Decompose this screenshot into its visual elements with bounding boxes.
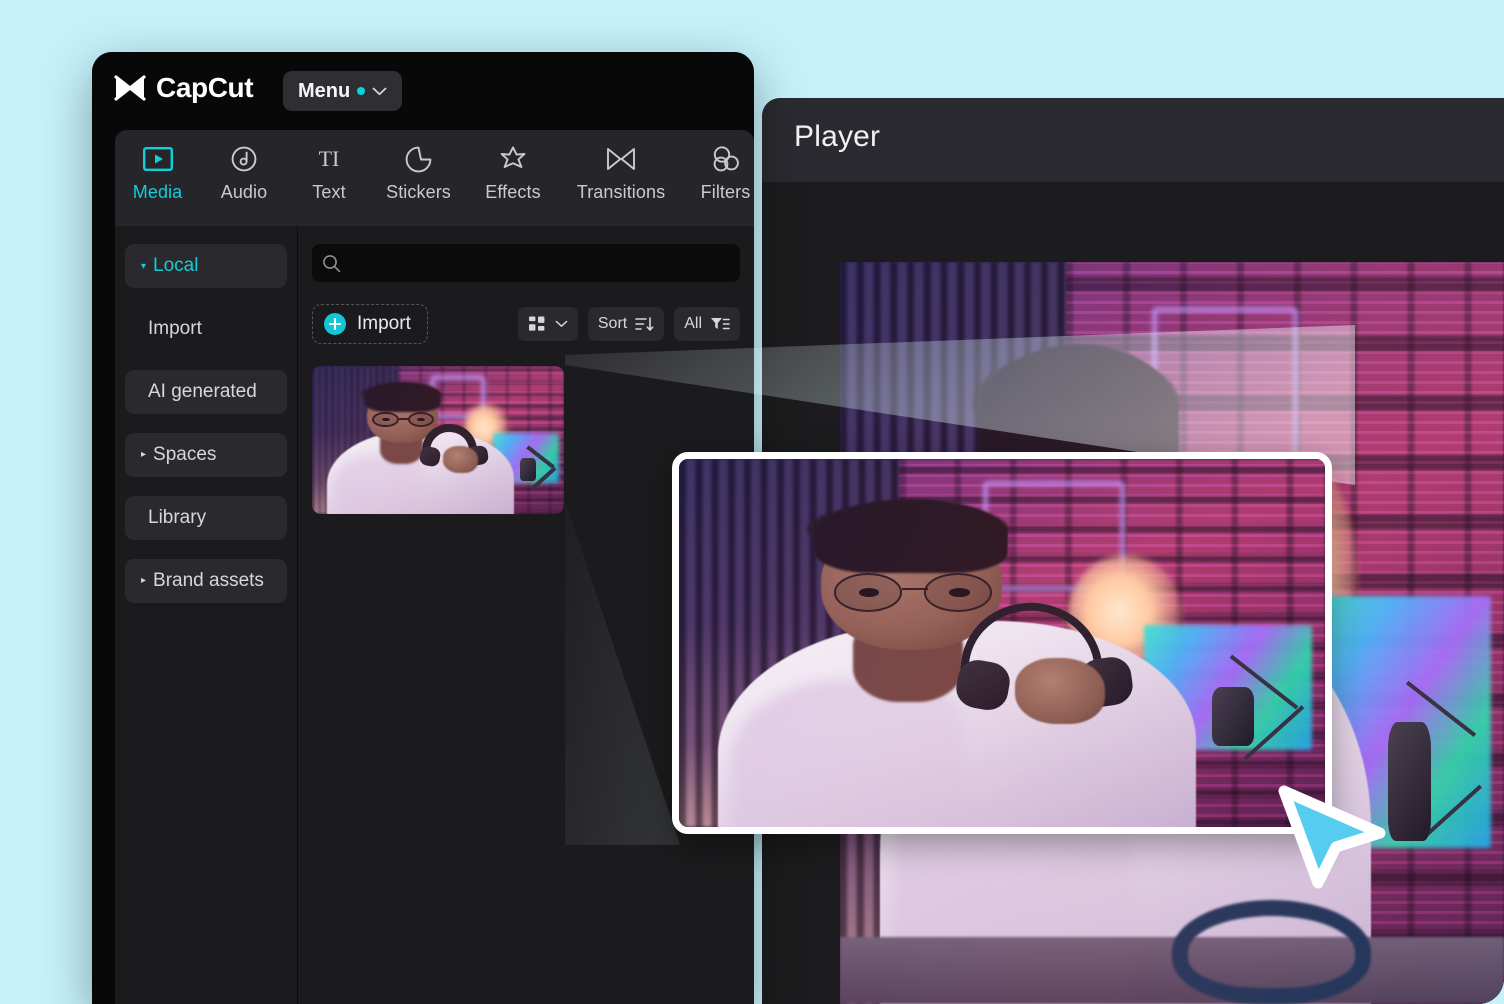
grid-view-icon (528, 316, 545, 331)
filter-funnel-icon (711, 318, 730, 330)
filter-button-label: All (684, 315, 702, 332)
capcut-brand: CapCut (113, 72, 254, 104)
player-title: Player (794, 120, 881, 153)
player-header: Player (762, 98, 1504, 182)
sticker-peel-icon (405, 142, 432, 176)
capcut-title-bar: CapCut Menu (92, 52, 754, 130)
search-input[interactable] (347, 254, 730, 272)
chevron-down-icon (555, 320, 568, 327)
grid-view-button[interactable] (517, 307, 578, 341)
audio-note-icon (230, 142, 258, 176)
menu-button[interactable]: Menu (283, 71, 403, 111)
sort-button[interactable]: Sort (587, 307, 665, 341)
sidebar-item-library-label: Library (148, 507, 207, 528)
search-icon (323, 254, 341, 272)
tab-effects-label: Effects (485, 182, 541, 202)
text-ti-icon: TI (312, 142, 346, 176)
tool-tabs: Media Audio TI Text Stickers Effects Tra… (115, 130, 754, 226)
sort-button-label: Sort (597, 315, 628, 332)
tab-filters[interactable]: Filters (683, 138, 754, 207)
tab-audio-label: Audio (220, 182, 268, 202)
caret-right-icon: ▸ (141, 575, 147, 586)
filter-button[interactable]: All (674, 307, 740, 341)
sidebar-item-spaces-label: Spaces (153, 444, 217, 465)
import-button-label: Import (357, 313, 411, 334)
chevron-down-icon (372, 87, 387, 95)
media-toolbar: Import Sort All (312, 304, 740, 344)
sidebar-item-local[interactable]: ▾ Local (125, 244, 287, 288)
sidebar-item-import-label: Import (148, 318, 202, 339)
sidebar-item-spaces[interactable]: ▸ Spaces (125, 433, 287, 477)
plus-circle-icon (324, 313, 346, 335)
import-button[interactable]: Import (312, 304, 428, 344)
search-bar[interactable] (312, 244, 740, 282)
sidebar-item-library[interactable]: Library (125, 496, 287, 540)
media-play-frame-icon (142, 142, 173, 176)
effects-sparkle-icon (499, 142, 527, 176)
tab-transitions-label: Transitions (576, 182, 666, 202)
tab-effects[interactable]: Effects (467, 138, 559, 207)
sidebar-item-import[interactable]: Import (125, 307, 287, 351)
sidebar-item-ai-generated-label: AI generated (148, 381, 257, 402)
tab-transitions[interactable]: Transitions (559, 138, 683, 207)
page-canvas: Player CapCut Menu Media Audio TI Text S… (0, 0, 1504, 1004)
filters-rings-icon (711, 142, 741, 176)
podcaster-photo-zoomed (679, 459, 1325, 827)
tab-stickers-label: Stickers (386, 182, 451, 202)
tab-stickers[interactable]: Stickers (370, 138, 467, 207)
sidebar-item-ai-generated[interactable]: AI generated (125, 370, 287, 414)
capcut-window: CapCut Menu Media Audio TI Text Stickers… (92, 52, 754, 1004)
tab-text-label: Text (312, 182, 346, 202)
podcaster-photo-thumbnail (312, 366, 564, 514)
transitions-bowtie-icon (606, 142, 636, 176)
tab-media-label: Media (132, 182, 183, 202)
caret-right-icon: ▸ (141, 449, 147, 460)
sidebar-item-local-label: Local (153, 255, 199, 276)
tab-audio[interactable]: Audio (200, 138, 288, 207)
capcut-brand-label: CapCut (156, 72, 254, 103)
tab-filters-label: Filters (700, 182, 751, 202)
media-sidebar: ▾ Local Import AI generated ▸ Spaces Lib… (115, 226, 298, 1004)
capcut-body: ▾ Local Import AI generated ▸ Spaces Lib… (115, 226, 754, 1004)
tab-text[interactable]: TI Text (288, 138, 370, 207)
zoom-preview-frame[interactable] (672, 452, 1332, 834)
caret-down-icon: ▾ (141, 261, 147, 272)
sidebar-item-brand-assets-label: Brand assets (153, 570, 264, 591)
menu-button-label: Menu (298, 79, 351, 102)
sort-descending-icon (635, 316, 654, 331)
sidebar-item-brand-assets[interactable]: ▸ Brand assets (125, 559, 287, 603)
tab-media[interactable]: Media (115, 138, 200, 207)
menu-status-dot (357, 87, 366, 95)
capcut-bowtie-logo-icon (114, 75, 146, 101)
media-item-thumbnail[interactable] (312, 366, 564, 514)
svg-text:TI: TI (319, 146, 340, 171)
